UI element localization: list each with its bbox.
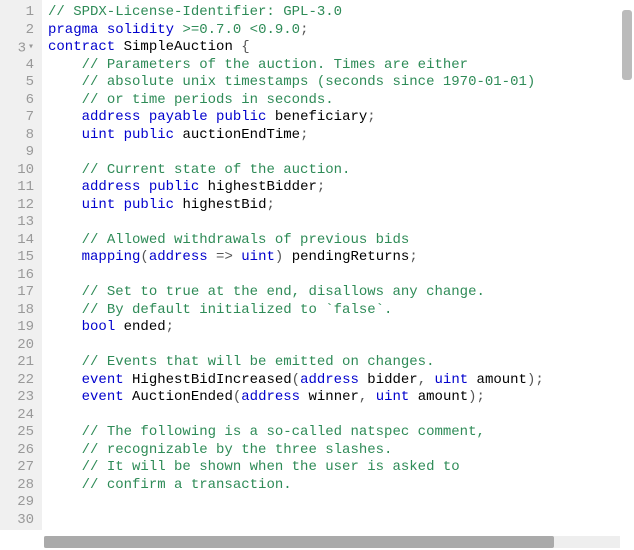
code-line[interactable] — [48, 494, 634, 512]
code-line[interactable]: contract SimpleAuction { — [48, 39, 634, 57]
code-line[interactable]: // By default initialized to `false`. — [48, 302, 634, 320]
code-line[interactable]: // absolute unix timestamps (seconds sin… — [48, 74, 634, 92]
code-line[interactable]: // It will be shown when the user is ask… — [48, 459, 634, 477]
line-number: 25 — [4, 424, 34, 442]
line-number: 3▾ — [4, 39, 34, 57]
line-number: 8 — [4, 127, 34, 145]
code-line[interactable]: // Current state of the auction. — [48, 162, 634, 180]
line-number: 2 — [4, 22, 34, 40]
line-number: 22 — [4, 372, 34, 390]
line-number: 24 — [4, 407, 34, 425]
line-number: 5 — [4, 74, 34, 92]
code-line[interactable] — [48, 214, 634, 232]
line-number: 7 — [4, 109, 34, 127]
code-line[interactable]: // Allowed withdrawals of previous bids — [48, 232, 634, 250]
code-line[interactable] — [48, 337, 634, 355]
code-line[interactable]: // Set to true at the end, disallows any… — [48, 284, 634, 302]
line-number: 23 — [4, 389, 34, 407]
code-line[interactable]: event HighestBidIncreased(address bidder… — [48, 372, 634, 390]
line-number: 20 — [4, 337, 34, 355]
code-line[interactable]: // Events that will be emitted on change… — [48, 354, 634, 372]
line-number: 17 — [4, 284, 34, 302]
code-line[interactable]: address public highestBidder; — [48, 179, 634, 197]
code-line[interactable] — [48, 267, 634, 285]
code-editor[interactable]: 123▾456789101112131415161718192021222324… — [0, 0, 634, 530]
code-area[interactable]: // SPDX-License-Identifier: GPL-3.0pragm… — [42, 0, 634, 530]
code-line[interactable]: // or time periods in seconds. — [48, 92, 634, 110]
code-line[interactable]: pragma solidity >=0.7.0 <0.9.0; — [48, 22, 634, 40]
code-line[interactable]: // SPDX-License-Identifier: GPL-3.0 — [48, 4, 634, 22]
line-number: 12 — [4, 197, 34, 215]
line-number: 26 — [4, 442, 34, 460]
line-number-gutter: 123▾456789101112131415161718192021222324… — [0, 0, 42, 530]
code-line[interactable]: // recognizable by the three slashes. — [48, 442, 634, 460]
code-line[interactable]: // Parameters of the auction. Times are … — [48, 57, 634, 75]
line-number: 30 — [4, 512, 34, 530]
line-number: 11 — [4, 179, 34, 197]
code-line[interactable]: uint public highestBid; — [48, 197, 634, 215]
line-number: 16 — [4, 267, 34, 285]
line-number: 19 — [4, 319, 34, 337]
line-number: 21 — [4, 354, 34, 372]
line-number: 28 — [4, 477, 34, 495]
fold-marker-icon[interactable]: ▾ — [28, 39, 34, 57]
code-line[interactable]: event AuctionEnded(address winner, uint … — [48, 389, 634, 407]
code-line[interactable]: address payable public beneficiary; — [48, 109, 634, 127]
code-line[interactable] — [48, 512, 634, 530]
line-number: 18 — [4, 302, 34, 320]
code-line[interactable]: uint public auctionEndTime; — [48, 127, 634, 145]
line-number: 29 — [4, 494, 34, 512]
line-number: 6 — [4, 92, 34, 110]
code-line[interactable] — [48, 144, 634, 162]
line-number: 15 — [4, 249, 34, 267]
code-line[interactable]: // confirm a transaction. — [48, 477, 634, 495]
line-number: 10 — [4, 162, 34, 180]
line-number: 14 — [4, 232, 34, 250]
code-line[interactable]: // The following is a so-called natspec … — [48, 424, 634, 442]
horizontal-scrollbar[interactable] — [44, 536, 554, 548]
line-number: 13 — [4, 214, 34, 232]
line-number: 27 — [4, 459, 34, 477]
code-line[interactable] — [48, 407, 634, 425]
vertical-scrollbar[interactable] — [622, 10, 632, 80]
line-number: 1 — [4, 4, 34, 22]
code-line[interactable]: mapping(address => uint) pendingReturns; — [48, 249, 634, 267]
code-line[interactable]: bool ended; — [48, 319, 634, 337]
line-number: 9 — [4, 144, 34, 162]
line-number: 4 — [4, 57, 34, 75]
